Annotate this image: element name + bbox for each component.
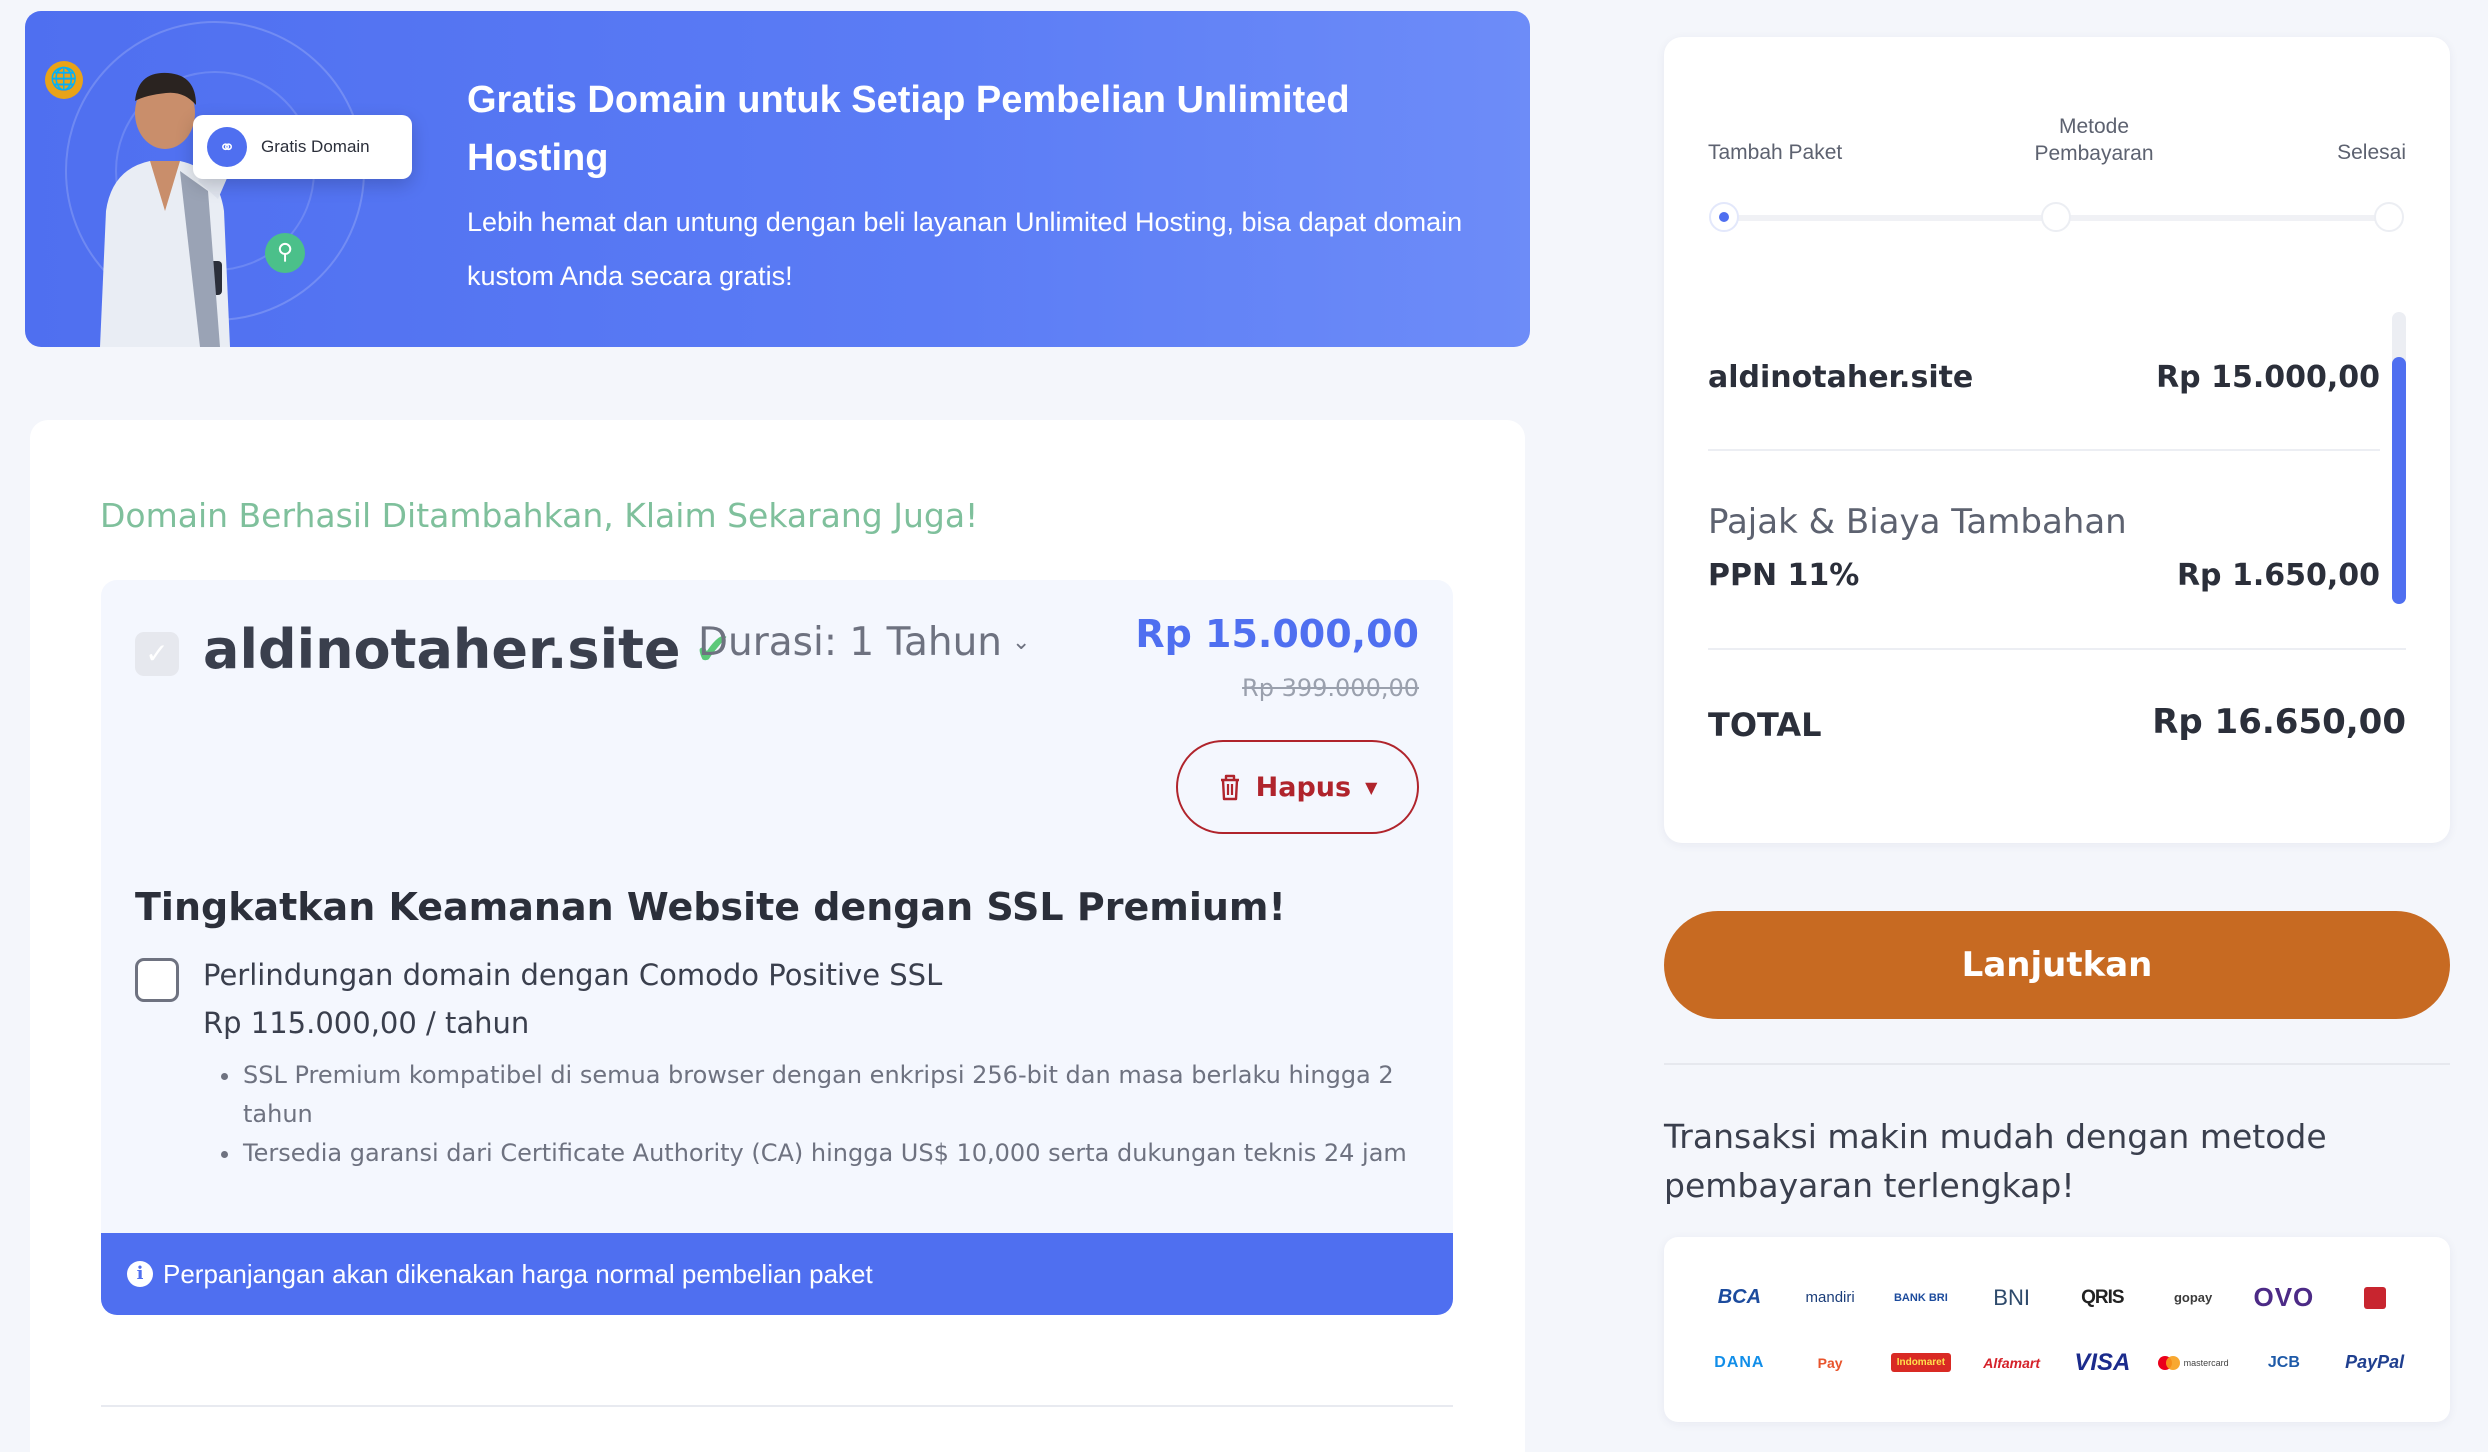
gopay-logo: gopay <box>2173 1290 2213 1305</box>
list-item: Tersedia garansi dari Certificate Author… <box>219 1134 1419 1173</box>
step-label-done: Selesai <box>2337 141 2406 164</box>
banner-illustration: 🌐 ⚭ Gratis Domain ⚲ <box>25 11 425 347</box>
domain-checkbox-disabled: ✓ <box>135 632 179 676</box>
chevron-down-icon: ⌄ <box>1012 630 1031 655</box>
alfamart-logo: Alfamart <box>1983 1354 2041 1371</box>
step-label-line: Pembayaran <box>2034 142 2154 165</box>
free-domain-chip: ⚭ Gratis Domain <box>193 115 412 179</box>
person-illustration <box>100 72 244 347</box>
divider <box>1664 1063 2450 1065</box>
renewal-notice-text: Perpanjangan akan dikenakan harga normal… <box>163 1258 873 1289</box>
banner-title: Gratis Domain untuk Setiap Pembelian Unl… <box>467 79 1350 179</box>
step-dot <box>2374 202 2404 232</box>
payment-methods-headline: Transaksi makin mudah dengan metode pemb… <box>1664 1117 2327 1205</box>
total-label: TOTAL <box>1708 706 1822 744</box>
ssl-upsell-title: Tingkatkan Keamanan Website dengan SSL P… <box>135 885 1286 929</box>
summary-item-name: aldinotaher.site <box>1708 360 1974 395</box>
duration-label: Durasi: 1 Tahun <box>698 620 1003 665</box>
list-item: SSL Premium kompatibel di semua browser … <box>219 1056 1419 1134</box>
ssl-feature-list: SSL Premium kompatibel di semua browser … <box>219 1056 1419 1173</box>
globe-icon: 🌐 <box>45 61 83 99</box>
promo-banner: 🌐 ⚭ Gratis Domain ⚲ Gratis Domain untuk … <box>25 11 1530 347</box>
step-dot-active <box>1709 202 1739 232</box>
delete-label: Hapus <box>1255 771 1352 803</box>
payment-logos-card: BCA mandiri BANK BRI BNI QRIS gopay OVO … <box>1664 1237 2450 1422</box>
ssl-option-price: Rp 115.000,00 / tahun <box>203 1006 530 1040</box>
dana-logo: DANA <box>1714 1353 1765 1371</box>
link-icon: ⚭ <box>207 127 247 167</box>
scrollbar-thumb[interactable] <box>2392 357 2406 604</box>
delete-button[interactable]: Hapus ▼ <box>1176 740 1419 834</box>
bca-logo: BCA <box>1717 1286 1762 1308</box>
bni-logo: BNI <box>1993 1284 2030 1310</box>
qris-logo: QRIS <box>2081 1286 2124 1308</box>
mastercard-circles <box>2157 1355 2180 1370</box>
ssl-checkbox[interactable] <box>135 958 179 1002</box>
step-label-payment-method: Metode Pembayaran <box>1964 113 2224 167</box>
divider <box>1708 648 2406 650</box>
jcb-logo: JCB <box>2267 1353 2300 1371</box>
cart-card: Domain Berhasil Ditambahkan, Klaim Sekar… <box>30 420 1525 1452</box>
domain-name: aldinotaher.site ✔ <box>203 618 731 681</box>
bri-logo: BANK BRI <box>1893 1291 1948 1304</box>
domain-label: aldinotaher.site <box>203 618 681 681</box>
step-label-line: Metode <box>2058 115 2130 138</box>
tag-icon: ⚲ <box>265 233 305 273</box>
renewal-notice: i Perpanjangan akan dikenakan harga norm… <box>101 1233 1453 1315</box>
ssl-option-label[interactable]: Perlindungan domain dengan Comodo Positi… <box>203 958 942 992</box>
summary-item-price: Rp 15.000,00 <box>2156 360 2380 395</box>
success-message: Domain Berhasil Ditambahkan, Klaim Sekar… <box>100 496 979 535</box>
divider <box>101 1405 1453 1407</box>
item-price: Rp 15.000,00 <box>1135 612 1419 656</box>
trash-icon <box>1220 774 1239 801</box>
mandiri-logo: mandiri <box>1805 1289 1855 1306</box>
chip-label: Gratis Domain <box>261 137 370 156</box>
continue-button[interactable]: Lanjutkan <box>1664 911 2450 1019</box>
banner-subtitle: Lebih hemat dan untung dengan beli layan… <box>467 207 1463 291</box>
divider <box>1708 449 2380 451</box>
cart-item: ✓ aldinotaher.site ✔ Durasi: 1 Tahun ⌄ R… <box>101 580 1453 1315</box>
total-price: Rp 16.650,00 <box>2152 702 2406 742</box>
mastercard-label: mastercard <box>2183 1357 2229 1368</box>
item-original-price: Rp 399.000,00 <box>1242 674 1419 702</box>
shopeepay-logo: Pay <box>1817 1354 1843 1371</box>
step-label-add-package: Tambah Paket <box>1708 141 1843 164</box>
step-dot <box>2041 202 2071 232</box>
tax-name: PPN 11% <box>1708 558 1860 593</box>
info-icon: i <box>127 1261 153 1287</box>
payment-logo-grid: BCA mandiri BANK BRI BNI QRIS gopay OVO … <box>1694 1265 2420 1395</box>
tax-section-title: Pajak & Biaya Tambahan <box>1708 502 2127 542</box>
tax-price: Rp 1.650,00 <box>2176 558 2380 593</box>
caret-down-icon: ▼ <box>1365 777 1378 797</box>
duration-dropdown[interactable]: Durasi: 1 Tahun ⌄ <box>698 620 1030 665</box>
bank-logo-red <box>2363 1286 2386 1309</box>
ovo-logo: OVO <box>2253 1282 2315 1312</box>
order-summary-card: Tambah Paket Metode Pembayaran Selesai a… <box>1664 37 2450 843</box>
visa-logo: VISA <box>2074 1348 2131 1376</box>
mastercard-logo: mastercard <box>2157 1355 2229 1370</box>
indomaret-logo: Indomaret <box>1890 1353 1952 1372</box>
paypal-logo: PayPal <box>2345 1352 2405 1372</box>
